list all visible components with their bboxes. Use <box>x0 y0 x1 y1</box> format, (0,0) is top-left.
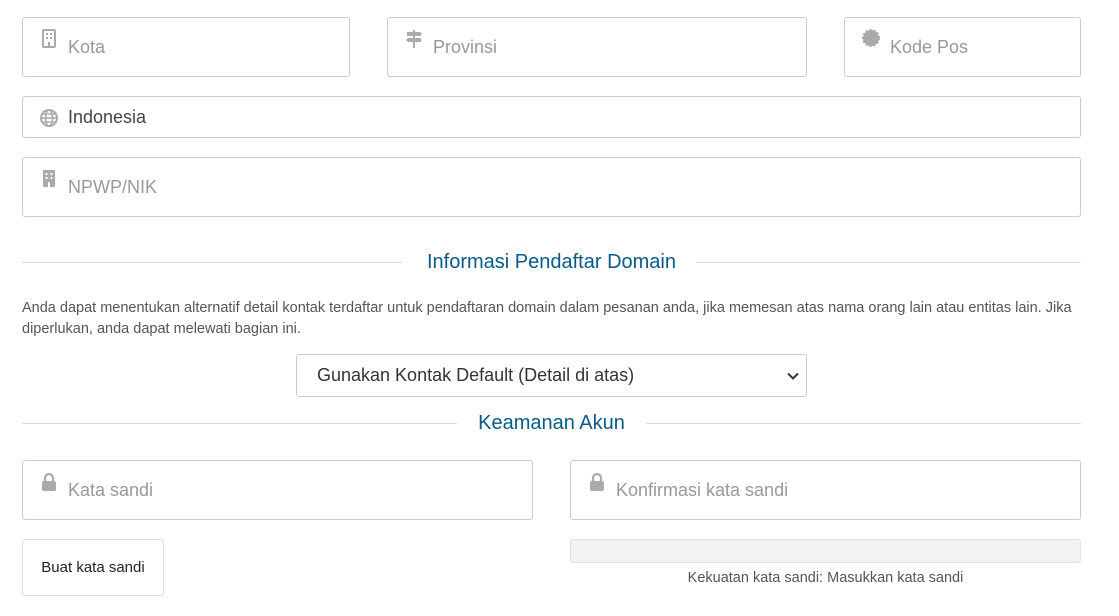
domain-registrant-heading: Informasi Pendaftar Domain <box>22 250 1081 274</box>
confirm-password-input[interactable] <box>616 461 1070 519</box>
password-strength-bar <box>570 539 1081 563</box>
tax-id-input[interactable] <box>68 158 1070 216</box>
confirm-password-field[interactable] <box>570 460 1081 520</box>
chevron-down-icon <box>786 369 800 383</box>
contact-select-value: Gunakan Kontak Default (Detail di atas) <box>317 365 635 385</box>
password-input[interactable] <box>68 461 522 519</box>
tax-id-field[interactable] <box>22 157 1081 217</box>
city-input[interactable] <box>68 18 339 76</box>
lock-icon <box>588 472 606 492</box>
generate-password-button[interactable]: Buat kata sandi <box>22 539 164 596</box>
contact-select[interactable]: Gunakan Kontak Default (Detail di atas) <box>296 354 807 397</box>
signpost-icon <box>405 29 423 49</box>
province-input[interactable] <box>433 18 796 76</box>
city-field[interactable] <box>22 17 350 77</box>
domain-registrant-description: Anda dapat menentukan alternatif detail … <box>22 300 1072 337</box>
postcode-input[interactable] <box>890 18 1070 76</box>
building-icon <box>40 29 58 49</box>
account-security-heading: Keamanan Akun <box>22 411 1081 435</box>
password-strength-text: Kekuatan kata sandi: Masukkan kata sandi <box>687 570 964 586</box>
postcode-field[interactable] <box>844 17 1081 77</box>
divider-line <box>646 423 1081 424</box>
certificate-icon <box>862 29 880 49</box>
building-icon <box>40 169 58 189</box>
globe-icon <box>40 108 58 128</box>
province-field[interactable] <box>387 17 807 77</box>
password-field[interactable] <box>22 460 533 520</box>
country-input[interactable] <box>68 97 1070 137</box>
country-select[interactable] <box>22 96 1081 138</box>
divider-line <box>696 262 1081 263</box>
lock-icon <box>40 472 58 492</box>
